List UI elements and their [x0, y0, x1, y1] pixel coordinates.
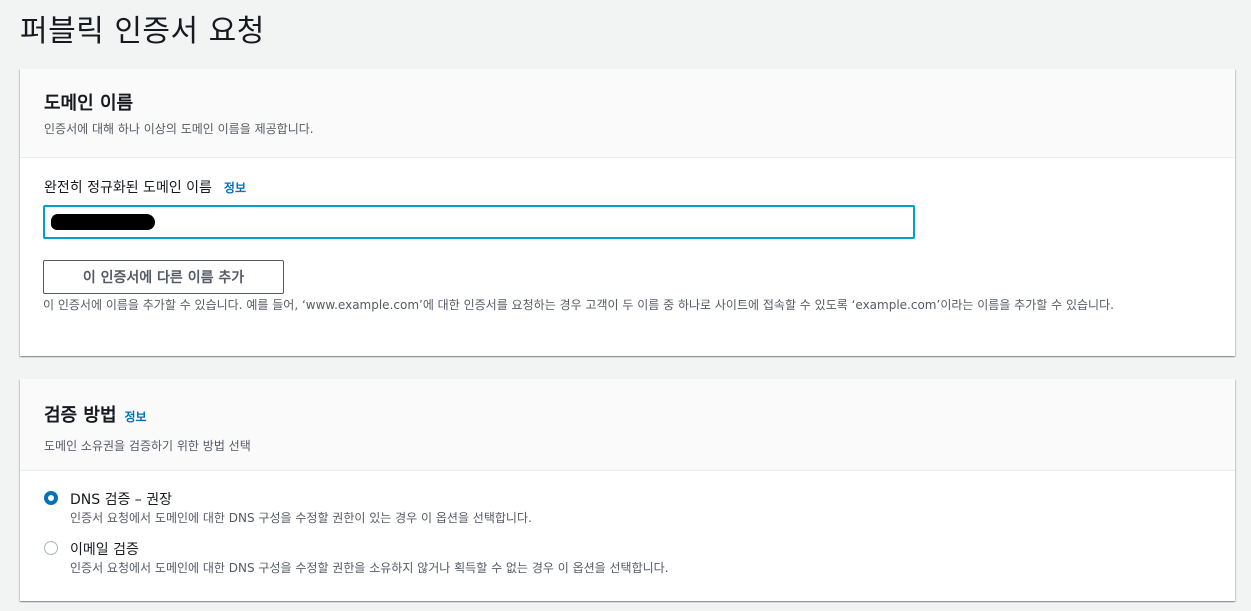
dns-validation-description: 인증서 요청에서 도메인에 대한 DNS 구성을 수정할 권한이 있는 경우 이… — [70, 511, 532, 525]
domain-name-input[interactable] — [43, 205, 915, 239]
validation-panel-description: 도메인 소유권을 검증하기 위한 방법 선택 — [44, 439, 251, 453]
domain-panel-description: 인증서에 대해 하나 이상의 도메인 이름을 제공합니다. — [44, 122, 314, 136]
domain-panel-title: 도메인 이름 — [44, 93, 134, 114]
fqdn-label-text: 완전히 정규화된 도메인 이름 — [44, 180, 212, 196]
page-title: 퍼블릭 인증서 요청 — [20, 14, 265, 49]
email-validation-label: 이메일 검증 — [70, 542, 139, 558]
redacted-domain-value — [51, 214, 155, 230]
domain-panel-header: 도메인 이름 인증서에 대해 하나 이상의 도메인 이름을 제공합니다. — [20, 69, 1235, 158]
dns-validation-radio[interactable] — [44, 491, 58, 505]
validation-panel-title: 검증 방법 — [44, 405, 117, 426]
add-another-name-button[interactable]: 이 인증서에 다른 이름 추가 — [43, 260, 284, 294]
add-name-help-text: 이 인증서에 이름을 추가할 수 있습니다. 예를 들어, ‘www.examp… — [43, 298, 1114, 312]
email-validation-description: 인증서 요청에서 도메인에 대한 DNS 구성을 수정할 권한을 소유하지 않거… — [70, 561, 669, 575]
domain-name-panel: 도메인 이름 인증서에 대해 하나 이상의 도메인 이름을 제공합니다. 완전히… — [20, 69, 1235, 356]
validation-method-panel: 검증 방법 정보 도메인 소유권을 검증하기 위한 방법 선택 DNS 검증 – … — [20, 379, 1235, 601]
validation-info-link[interactable]: 정보 — [125, 410, 147, 424]
fqdn-info-link[interactable]: 정보 — [224, 181, 246, 195]
dns-validation-label: DNS 검증 – 권장 — [70, 492, 173, 508]
fqdn-field-label: 완전히 정규화된 도메인 이름 정보 — [44, 177, 246, 197]
validation-panel-header: 검증 방법 정보 도메인 소유권을 검증하기 위한 방법 선택 — [20, 379, 1235, 471]
email-validation-radio[interactable] — [44, 541, 58, 555]
